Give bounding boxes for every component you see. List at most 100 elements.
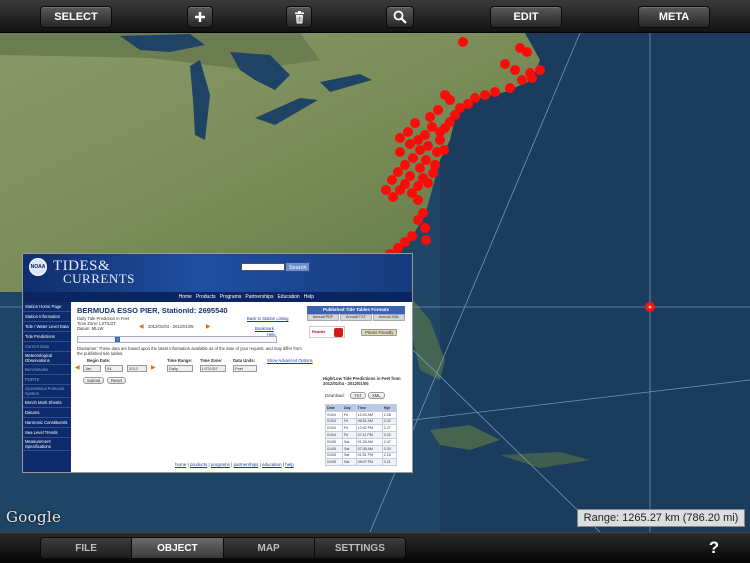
printer-friendly-button[interactable]: Printer Friendly bbox=[361, 329, 398, 336]
help-button[interactable]: ? bbox=[706, 538, 722, 558]
station-marker[interactable] bbox=[413, 195, 423, 205]
station-marker[interactable] bbox=[510, 65, 520, 75]
web-sidebar-item[interactable]: Measurement Specifications bbox=[23, 438, 71, 451]
station-marker[interactable] bbox=[405, 139, 415, 149]
station-marker[interactable] bbox=[413, 215, 423, 225]
tab-map[interactable]: MAP bbox=[223, 538, 315, 558]
station-marker[interactable] bbox=[421, 235, 431, 245]
annual-pdf-tab[interactable]: Annual PDF bbox=[307, 314, 339, 321]
submit-button[interactable]: Submit bbox=[83, 377, 105, 384]
station-marker[interactable] bbox=[415, 163, 425, 173]
reset-button[interactable]: Reset bbox=[107, 377, 126, 384]
web-sidebar-item[interactable]: Tide Predictions bbox=[23, 332, 71, 342]
web-sidebar-item[interactable]: Station Information bbox=[23, 312, 71, 322]
select-bar[interactable]: ? bbox=[77, 336, 277, 343]
station-marker[interactable] bbox=[427, 122, 437, 132]
station-marker[interactable] bbox=[420, 223, 430, 233]
station-marker[interactable] bbox=[393, 243, 403, 253]
station-marker[interactable] bbox=[415, 145, 425, 155]
info-icon[interactable]: ? bbox=[115, 337, 120, 342]
station-marker[interactable] bbox=[435, 135, 445, 145]
add-button[interactable] bbox=[187, 6, 213, 28]
station-marker[interactable] bbox=[522, 47, 532, 57]
annual-txt-tab[interactable]: Annual TXT bbox=[340, 314, 372, 321]
annual-xml-tab[interactable]: Annual XML bbox=[373, 314, 405, 321]
download-txt-button[interactable]: TXT bbox=[350, 392, 366, 399]
web-sidebar-item[interactable]: Bench Mark Sheets bbox=[23, 398, 71, 408]
web-sidebar-item[interactable]: Benchmarks bbox=[23, 365, 71, 375]
station-marker[interactable] bbox=[535, 65, 545, 75]
web-nav-help[interactable]: Help bbox=[304, 294, 314, 300]
station-marker[interactable] bbox=[393, 167, 403, 177]
prev-date-arrow-icon[interactable]: ◀ bbox=[75, 364, 80, 371]
advanced-options-link[interactable]: Show Advanced Options bbox=[267, 358, 313, 363]
delete-button[interactable] bbox=[286, 6, 312, 28]
station-marker[interactable] bbox=[395, 147, 405, 157]
footer-link[interactable]: home bbox=[175, 462, 186, 467]
station-marker[interactable] bbox=[500, 59, 510, 69]
footer-link[interactable]: programs bbox=[211, 462, 230, 467]
station-marker[interactable] bbox=[480, 90, 490, 100]
web-sidebar-item[interactable]: Operational Forecast System bbox=[23, 385, 71, 398]
data-units-select[interactable]: Feet bbox=[233, 365, 257, 372]
station-marker[interactable] bbox=[403, 127, 413, 137]
web-nav-home[interactable]: Home bbox=[179, 294, 192, 300]
station-marker[interactable] bbox=[439, 145, 449, 155]
web-nav-programs[interactable]: Programs bbox=[220, 294, 242, 300]
footer-link[interactable]: products bbox=[190, 462, 207, 467]
meta-button[interactable]: META bbox=[638, 6, 710, 28]
web-sidebar-item[interactable]: Station Home Page bbox=[23, 302, 71, 312]
footer-link[interactable]: help bbox=[285, 462, 294, 467]
back-to-listing-link[interactable]: Back to Station Listing bbox=[247, 316, 288, 321]
time-zone-select[interactable]: LST/LDT bbox=[200, 365, 226, 372]
station-marker[interactable] bbox=[410, 118, 420, 128]
footer-link[interactable]: partnerships bbox=[234, 462, 259, 467]
web-search-button[interactable]: Search bbox=[285, 262, 311, 272]
search-button[interactable] bbox=[386, 6, 414, 28]
station-marker[interactable] bbox=[527, 73, 537, 83]
footer-link[interactable]: education bbox=[262, 462, 282, 467]
station-marker[interactable] bbox=[408, 153, 418, 163]
station-marker[interactable] bbox=[445, 95, 455, 105]
time-range-select[interactable]: Daily bbox=[167, 365, 193, 372]
download-xml-button[interactable]: XML bbox=[368, 392, 385, 399]
adobe-reader-badge[interactable]: Reader bbox=[309, 326, 345, 338]
station-marker[interactable] bbox=[505, 83, 515, 93]
year-select[interactable]: 2012 bbox=[127, 365, 147, 372]
bermuda-station-marker[interactable] bbox=[645, 302, 655, 312]
day-select[interactable]: 04 bbox=[105, 365, 123, 372]
prev-arrow-icon[interactable]: ◀ bbox=[139, 323, 144, 330]
tab-object[interactable]: OBJECT bbox=[132, 538, 224, 558]
station-marker[interactable] bbox=[428, 168, 438, 178]
month-select[interactable]: Jan bbox=[83, 365, 101, 372]
station-marker[interactable] bbox=[381, 185, 391, 195]
tab-settings[interactable]: SETTINGS bbox=[314, 538, 405, 558]
station-marker[interactable] bbox=[395, 133, 405, 143]
station-marker[interactable] bbox=[425, 112, 435, 122]
tab-file[interactable]: FILE bbox=[41, 538, 133, 558]
web-sidebar-item[interactable]: Datums bbox=[23, 408, 71, 418]
station-marker[interactable] bbox=[387, 175, 397, 185]
station-marker[interactable] bbox=[421, 155, 431, 165]
station-marker[interactable] bbox=[423, 178, 433, 188]
station-marker[interactable] bbox=[517, 75, 527, 85]
edit-button[interactable]: EDIT bbox=[490, 6, 562, 28]
web-nav-partnerships[interactable]: Partnerships bbox=[245, 294, 273, 300]
station-marker[interactable] bbox=[433, 105, 443, 115]
station-marker[interactable] bbox=[490, 87, 500, 97]
next-date-arrow-icon[interactable]: ▶ bbox=[151, 364, 156, 371]
select-button[interactable]: SELECT bbox=[40, 6, 112, 28]
bookmark-link[interactable]: Bookmark bbox=[255, 326, 274, 331]
web-sidebar-item[interactable]: Meteorological Observations bbox=[23, 352, 71, 365]
web-sidebar-item[interactable]: Tide / Water Level Data bbox=[23, 322, 71, 332]
web-nav-products[interactable]: Products bbox=[196, 294, 216, 300]
station-marker[interactable] bbox=[458, 37, 468, 47]
next-arrow-icon[interactable]: ▶ bbox=[206, 323, 211, 330]
station-web-page[interactable]: NOAA TIDES& CURRENTS Search Home Product… bbox=[22, 253, 413, 473]
web-sidebar-item[interactable]: PORTS bbox=[23, 375, 71, 385]
web-nav-education[interactable]: Education bbox=[277, 294, 299, 300]
web-sidebar-item[interactable]: Harmonic Constituents bbox=[23, 418, 71, 428]
web-sidebar-item[interactable]: Current Data bbox=[23, 342, 71, 352]
web-sidebar-item[interactable]: Sea Level Trends bbox=[23, 428, 71, 438]
web-search-input[interactable] bbox=[241, 263, 285, 271]
